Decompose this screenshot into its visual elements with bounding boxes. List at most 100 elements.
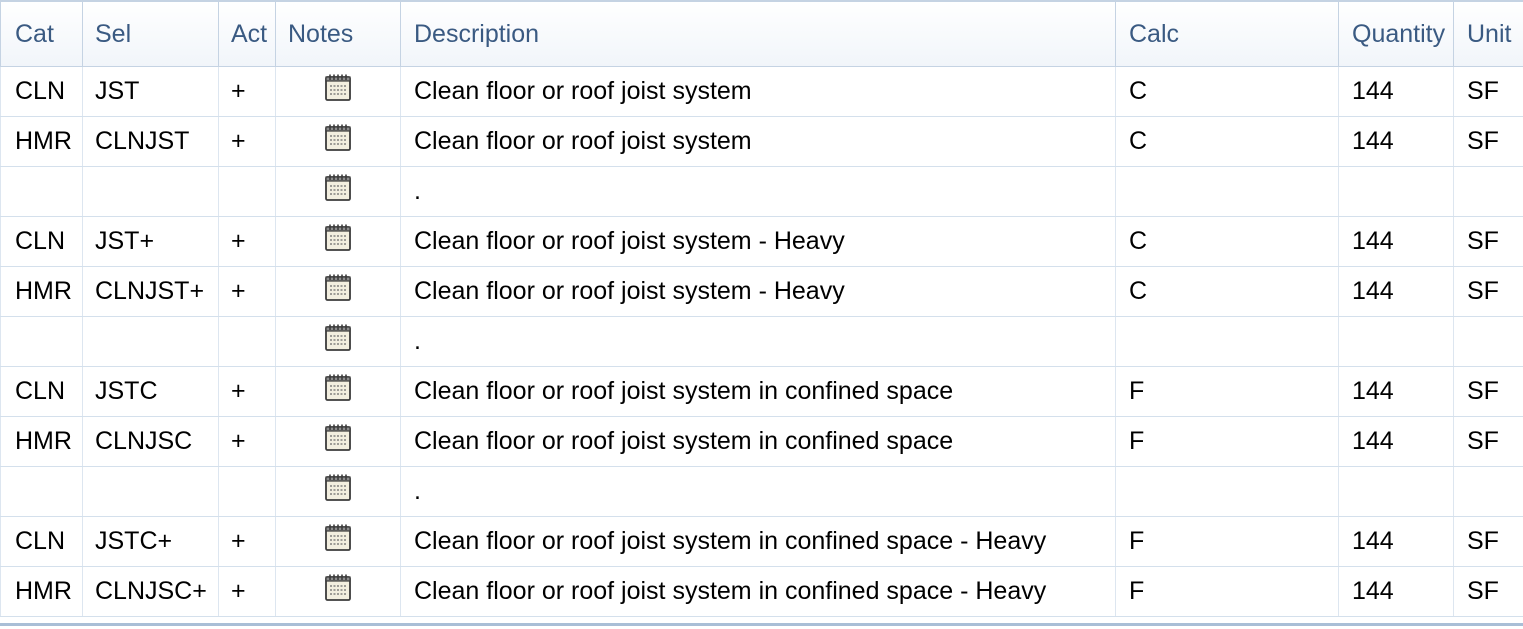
cell-calc[interactable]: C [1115, 216, 1339, 267]
cell-notes[interactable] [275, 366, 401, 417]
notepad-icon[interactable] [323, 172, 353, 209]
cell-calc[interactable] [1115, 316, 1339, 367]
notepad-icon[interactable] [323, 272, 353, 309]
column-header-calc[interactable]: Calc [1115, 0, 1339, 67]
column-header-cat[interactable]: Cat [0, 0, 83, 67]
cell-cat[interactable] [0, 166, 83, 217]
cell-description[interactable]: . [400, 316, 1116, 367]
column-header-unit[interactable]: Unit [1453, 0, 1523, 67]
cell-cat[interactable]: CLN [0, 516, 83, 567]
cell-quantity[interactable] [1338, 466, 1454, 517]
cell-quantity[interactable] [1338, 316, 1454, 367]
cell-description[interactable]: Clean floor or roof joist system in conf… [400, 366, 1116, 417]
cell-notes[interactable] [275, 266, 401, 317]
cell-unit[interactable]: SF [1453, 566, 1523, 617]
notepad-icon[interactable] [323, 572, 353, 609]
cell-sel[interactable]: JSTC [82, 366, 219, 417]
cell-quantity[interactable]: 144 [1338, 66, 1454, 117]
cell-sel[interactable]: JST+ [82, 216, 219, 267]
column-header-act[interactable]: Act [218, 0, 276, 67]
cell-sel[interactable]: JST [82, 66, 219, 117]
cell-unit[interactable] [1453, 316, 1523, 367]
notepad-icon[interactable] [323, 472, 353, 509]
cell-sel[interactable]: JSTC+ [82, 516, 219, 567]
cell-cat[interactable]: HMR [0, 416, 83, 467]
cell-quantity[interactable]: 144 [1338, 216, 1454, 267]
cell-unit[interactable]: SF [1453, 216, 1523, 267]
table-row[interactable]: CLN JST + Clean floor or roof joist syst… [0, 66, 1523, 117]
column-header-sel[interactable]: Sel [82, 0, 219, 67]
cell-calc[interactable]: C [1115, 116, 1339, 167]
cell-quantity[interactable]: 144 [1338, 516, 1454, 567]
cell-quantity[interactable]: 144 [1338, 116, 1454, 167]
cell-unit[interactable] [1453, 166, 1523, 217]
cell-description[interactable]: . [400, 466, 1116, 517]
column-header-description[interactable]: Description [400, 0, 1116, 67]
cell-calc[interactable]: F [1115, 566, 1339, 617]
cell-description[interactable]: . [400, 166, 1116, 217]
notepad-icon[interactable] [323, 422, 353, 459]
cell-cat[interactable]: CLN [0, 366, 83, 417]
cell-act[interactable]: + [218, 116, 276, 167]
table-row[interactable]: CLN JSTC + Clean floor or roof joist sys… [0, 366, 1523, 417]
cell-act[interactable] [218, 316, 276, 367]
cell-calc[interactable] [1115, 466, 1339, 517]
cell-cat[interactable]: CLN [0, 66, 83, 117]
cell-quantity[interactable] [1338, 166, 1454, 217]
table-row[interactable]: . [0, 466, 1523, 517]
cell-notes[interactable] [275, 166, 401, 217]
cell-calc[interactable]: C [1115, 266, 1339, 317]
cell-notes[interactable] [275, 216, 401, 267]
cell-act[interactable]: + [218, 516, 276, 567]
cell-notes[interactable] [275, 66, 401, 117]
table-row[interactable]: . [0, 316, 1523, 367]
cell-cat[interactable] [0, 466, 83, 517]
cell-quantity[interactable]: 144 [1338, 266, 1454, 317]
cell-cat[interactable]: HMR [0, 566, 83, 617]
cell-cat[interactable] [0, 316, 83, 367]
cell-unit[interactable]: SF [1453, 66, 1523, 117]
cell-calc[interactable]: F [1115, 366, 1339, 417]
cell-sel[interactable]: CLNJST+ [82, 266, 219, 317]
cell-description[interactable]: Clean floor or roof joist system in conf… [400, 516, 1116, 567]
table-row[interactable]: HMR CLNJSC+ + Clean floor or roof joist … [0, 566, 1523, 617]
notepad-icon[interactable] [323, 72, 353, 109]
cell-cat[interactable]: HMR [0, 266, 83, 317]
cell-calc[interactable]: F [1115, 516, 1339, 567]
cell-unit[interactable]: SF [1453, 266, 1523, 317]
cell-notes[interactable] [275, 316, 401, 367]
cell-unit[interactable]: SF [1453, 516, 1523, 567]
table-row[interactable]: HMR CLNJST+ + Clean floor or roof joist … [0, 266, 1523, 317]
cell-cat[interactable]: HMR [0, 116, 83, 167]
cell-notes[interactable] [275, 416, 401, 467]
cell-act[interactable]: + [218, 266, 276, 317]
cell-unit[interactable]: SF [1453, 416, 1523, 467]
notepad-icon[interactable] [323, 122, 353, 159]
cell-sel[interactable]: CLNJST [82, 116, 219, 167]
cell-unit[interactable]: SF [1453, 366, 1523, 417]
notepad-icon[interactable] [323, 222, 353, 259]
cell-unit[interactable] [1453, 466, 1523, 517]
notepad-icon[interactable] [323, 372, 353, 409]
cell-act[interactable]: + [218, 366, 276, 417]
cell-sel[interactable] [82, 166, 219, 217]
cell-notes[interactable] [275, 466, 401, 517]
cell-calc[interactable]: F [1115, 416, 1339, 467]
cell-notes[interactable] [275, 516, 401, 567]
cell-act[interactable]: + [218, 416, 276, 467]
cell-unit[interactable]: SF [1453, 116, 1523, 167]
cell-description[interactable]: Clean floor or roof joist system [400, 66, 1116, 117]
cell-calc[interactable] [1115, 166, 1339, 217]
cell-notes[interactable] [275, 116, 401, 167]
cell-act[interactable] [218, 166, 276, 217]
cell-calc[interactable]: C [1115, 66, 1339, 117]
cell-quantity[interactable]: 144 [1338, 566, 1454, 617]
cell-act[interactable]: + [218, 566, 276, 617]
cell-cat[interactable]: CLN [0, 216, 83, 267]
column-header-notes[interactable]: Notes [275, 0, 401, 67]
cell-description[interactable]: Clean floor or roof joist system - Heavy [400, 266, 1116, 317]
table-row[interactable]: HMR CLNJST + Clean floor or roof joist s… [0, 116, 1523, 167]
cell-sel[interactable] [82, 316, 219, 367]
cell-act[interactable] [218, 466, 276, 517]
cell-quantity[interactable]: 144 [1338, 416, 1454, 467]
